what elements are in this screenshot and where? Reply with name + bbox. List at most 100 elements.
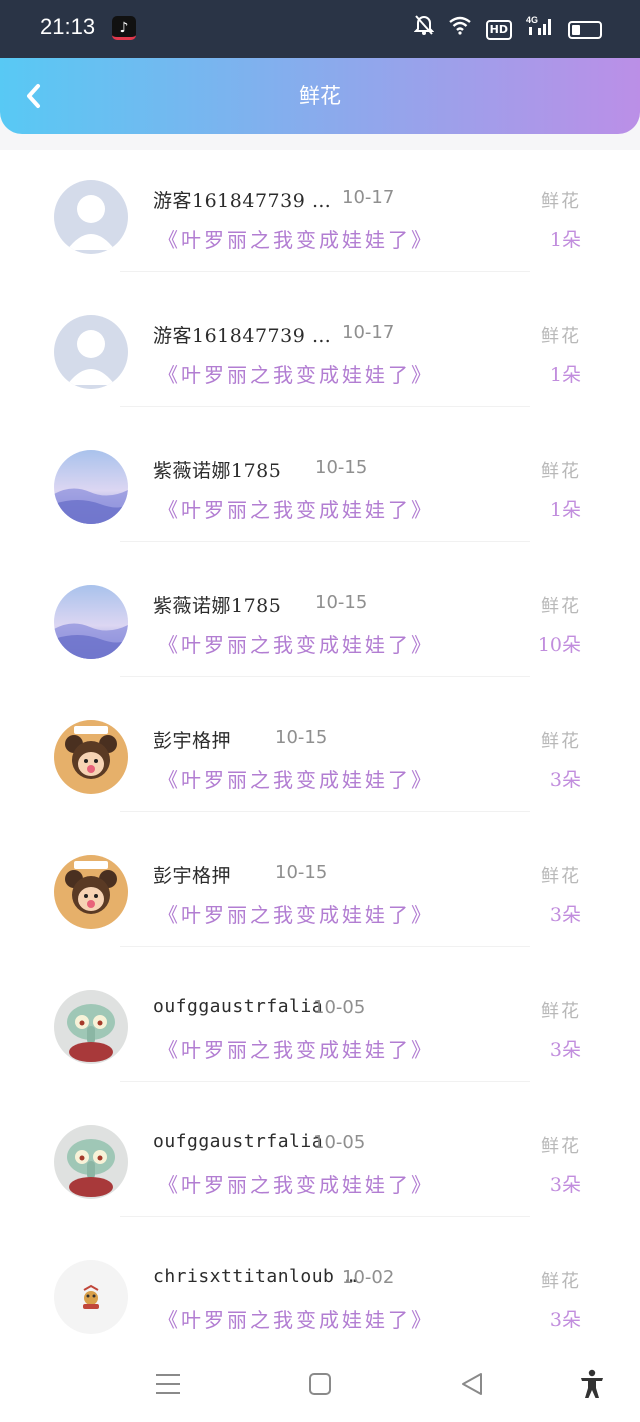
bear-cartoon-avatar-icon (54, 720, 128, 794)
divider (120, 811, 530, 812)
page-title: 鲜花 (299, 84, 341, 108)
default-user-avatar-icon (54, 315, 128, 389)
record-date: 10-15 (275, 862, 328, 883)
bear-cartoon-avatar-icon (54, 855, 128, 929)
accessibility-button[interactable] (577, 1369, 607, 1399)
sky-landscape-avatar-icon (54, 450, 128, 524)
wifi-icon (448, 15, 472, 44)
divider (120, 676, 530, 677)
username: chrisxttitanloub … (153, 1266, 358, 1287)
avatar (54, 990, 128, 1064)
avatar (54, 315, 128, 389)
book-title: 《叶罗丽之我变成娃娃了》 (158, 1173, 434, 1197)
tiktok-icon: ♪ (112, 16, 136, 40)
gift-name: 鲜花 (541, 1001, 581, 1022)
record-date: 10-05 (313, 1132, 366, 1153)
gift-count: 1朵 (549, 229, 581, 251)
list-item[interactable]: 彭宇格押 10-15 《叶罗丽之我变成娃娃了》 鲜花 3朵 (0, 825, 640, 960)
username: 紫薇诺娜1785 (153, 460, 282, 482)
book-title: 《叶罗丽之我变成娃娃了》 (158, 633, 434, 657)
list-item[interactable]: 紫薇诺娜1785 10-15 《叶罗丽之我变成娃娃了》 鲜花 1朵 (0, 420, 640, 555)
avatar (54, 720, 128, 794)
avatar (54, 855, 128, 929)
book-title: 《叶罗丽之我变成娃娃了》 (158, 903, 434, 927)
gift-record-list: 游客161847739 … 10-17 《叶罗丽之我变成娃娃了》 鲜花 1朵 游… (0, 150, 640, 1345)
list-item[interactable]: oufggaustrfalia 10-05 《叶罗丽之我变成娃娃了》 鲜花 3朵 (0, 1095, 640, 1230)
gift-count: 10朵 (537, 634, 581, 656)
list-item[interactable]: 紫薇诺娜1785 10-15 《叶罗丽之我变成娃娃了》 鲜花 10朵 (0, 555, 640, 690)
network-label: 4G (526, 15, 538, 25)
username: 游客161847739 … (153, 190, 332, 212)
book-title: 《叶罗丽之我变成娃娃了》 (158, 768, 434, 792)
sky-landscape-avatar-icon (54, 585, 128, 659)
battery-icon (568, 20, 602, 39)
status-icons: HD 4G (413, 14, 602, 45)
record-date: 10-02 (342, 1267, 395, 1288)
gift-count: 3朵 (549, 1039, 581, 1061)
menu-button[interactable] (153, 1369, 183, 1399)
divider (120, 406, 530, 407)
username: 彭宇格押 (153, 730, 232, 752)
username: 紫薇诺娜1785 (153, 595, 282, 617)
record-date: 10-05 (313, 997, 366, 1018)
record-date: 10-15 (315, 592, 368, 613)
list-item[interactable]: oufggaustrfalia 10-05 《叶罗丽之我变成娃娃了》 鲜花 3朵 (0, 960, 640, 1095)
small-sticker-avatar-icon (54, 1260, 128, 1334)
gift-count: 1朵 (549, 364, 581, 386)
squidward-avatar-icon (54, 990, 128, 1064)
menu-icon (156, 1374, 180, 1394)
gift-name: 鲜花 (541, 731, 581, 752)
gift-name: 鲜花 (541, 326, 581, 347)
book-title: 《叶罗丽之我变成娃娃了》 (158, 498, 434, 522)
record-date: 10-17 (342, 187, 395, 208)
record-date: 10-17 (342, 322, 395, 343)
status-bar: 21:13 ♪ HD 4G (0, 0, 640, 58)
avatar (54, 1260, 128, 1334)
gift-count: 3朵 (549, 769, 581, 791)
gift-name: 鲜花 (541, 191, 581, 212)
default-user-avatar-icon (54, 180, 128, 254)
divider (120, 541, 530, 542)
mute-bell-icon (413, 14, 435, 45)
home-square-icon (309, 1373, 331, 1395)
back-triangle-icon (462, 1373, 482, 1395)
gift-count: 3朵 (549, 1174, 581, 1196)
book-title: 《叶罗丽之我变成娃娃了》 (158, 1038, 434, 1062)
list-item[interactable]: 游客161847739 … 10-17 《叶罗丽之我变成娃娃了》 鲜花 1朵 (0, 285, 640, 420)
divider (120, 946, 530, 947)
gift-name: 鲜花 (541, 1271, 581, 1292)
divider (120, 271, 530, 272)
avatar (54, 1125, 128, 1199)
gift-count: 3朵 (549, 904, 581, 926)
username: 彭宇格押 (153, 865, 232, 887)
book-title: 《叶罗丽之我变成娃娃了》 (158, 1308, 434, 1332)
system-nav-bar (0, 1345, 640, 1422)
gift-name: 鲜花 (541, 1136, 581, 1157)
gift-name: 鲜花 (541, 461, 581, 482)
4g-signal-icon: 4G (526, 14, 554, 45)
gift-name: 鲜花 (541, 596, 581, 617)
hd-icon: HD (485, 19, 512, 40)
avatar (54, 180, 128, 254)
home-button[interactable] (305, 1369, 335, 1399)
username: 游客161847739 … (153, 325, 332, 347)
gift-count: 1朵 (549, 499, 581, 521)
accessibility-icon (581, 1369, 603, 1398)
squidward-avatar-icon (54, 1125, 128, 1199)
gift-name: 鲜花 (541, 866, 581, 887)
list-item[interactable]: 游客161847739 … 10-17 《叶罗丽之我变成娃娃了》 鲜花 1朵 (0, 150, 640, 285)
status-time: 21:13 (40, 14, 96, 39)
record-date: 10-15 (275, 727, 328, 748)
gift-count: 3朵 (549, 1309, 581, 1331)
book-title: 《叶罗丽之我变成娃娃了》 (158, 363, 434, 387)
username: oufggaustrfalia (153, 996, 324, 1017)
divider (120, 1081, 530, 1082)
divider (120, 1216, 530, 1217)
record-date: 10-15 (315, 457, 368, 478)
avatar (54, 450, 128, 524)
back-nav-button[interactable] (458, 1369, 488, 1399)
book-title: 《叶罗丽之我变成娃娃了》 (158, 228, 434, 252)
username: oufggaustrfalia (153, 1131, 324, 1152)
header: 鲜花 (0, 58, 640, 134)
list-item[interactable]: 彭宇格押 10-15 《叶罗丽之我变成娃娃了》 鲜花 3朵 (0, 690, 640, 825)
